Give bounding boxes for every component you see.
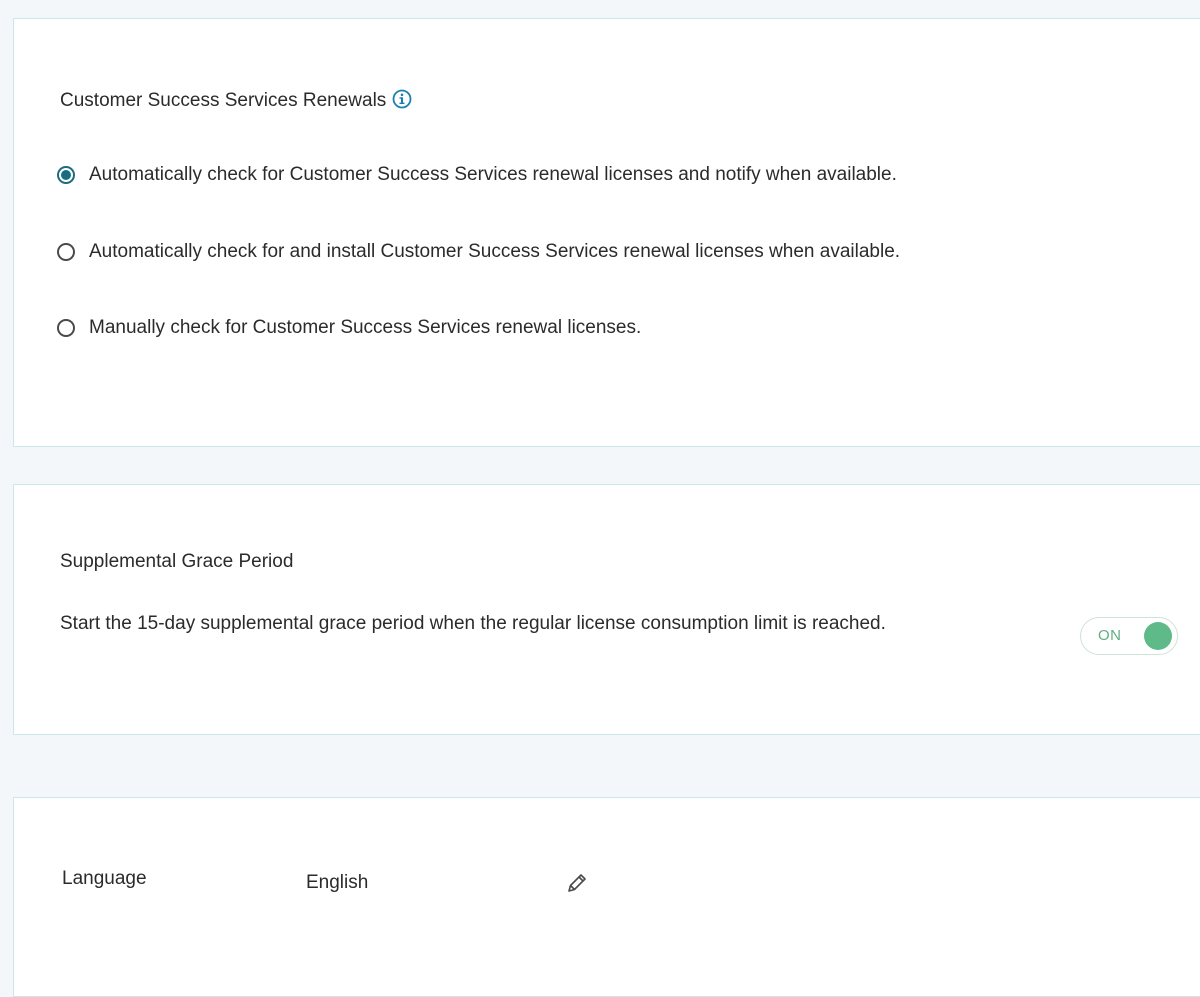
renewal-option-notify[interactable]: Automatically check for Customer Success… (57, 164, 897, 186)
language-label: Language (62, 868, 147, 889)
renewal-option-label: Automatically check for Customer Success… (89, 164, 897, 185)
pencil-icon[interactable] (565, 871, 589, 895)
language-panel: Language English (13, 797, 1200, 997)
renewal-option-manual[interactable]: Manually check for Customer Success Serv… (57, 317, 641, 339)
toggle-knob (1144, 622, 1172, 650)
renewal-option-install[interactable]: Automatically check for and install Cust… (57, 241, 900, 263)
radio-button[interactable] (57, 319, 75, 337)
renewal-option-label: Automatically check for and install Cust… (89, 241, 901, 262)
info-icon[interactable] (392, 89, 412, 109)
language-value: English (306, 872, 369, 893)
grace-period-panel: Supplemental Grace Period Start the 15-d… (13, 484, 1200, 735)
radio-button-checked[interactable] (57, 166, 75, 184)
renewals-title-text: Customer Success Services Renewals (60, 90, 387, 111)
grace-period-toggle[interactable]: ON (1080, 617, 1178, 655)
toggle-state-label: ON (1098, 627, 1122, 644)
renewals-panel: Customer Success Services Renewals Autom… (13, 18, 1200, 447)
radio-button[interactable] (57, 243, 75, 261)
grace-section-title: Supplemental Grace Period (60, 551, 294, 572)
renewal-option-label: Manually check for Customer Success Serv… (89, 317, 642, 338)
grace-description: Start the 15-day supplemental grace peri… (60, 613, 886, 634)
renewals-section-title: Customer Success Services Renewals (60, 89, 412, 112)
